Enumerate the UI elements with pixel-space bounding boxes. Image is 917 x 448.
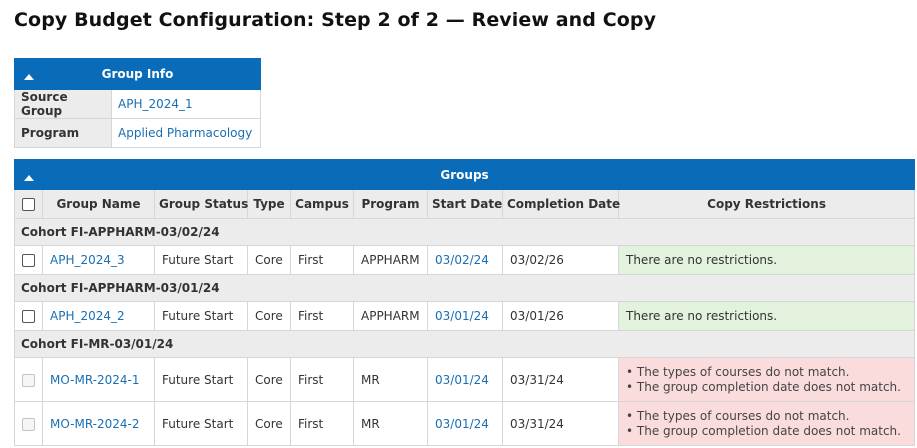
group-program: APPHARM — [353, 245, 428, 275]
chevron-up-icon[interactable] — [24, 171, 34, 185]
info-row-program: Program Applied Pharmacology — [14, 118, 261, 148]
row-checkbox[interactable] — [14, 245, 43, 275]
table-row: APH_2024_3 Future Start Core First APPHA… — [14, 245, 916, 275]
group-type: Core — [247, 357, 291, 402]
copy-restrictions: • The types of courses do not match. • T… — [617, 401, 916, 446]
group-status: Future Start — [154, 401, 248, 446]
cohort-label: Cohort FI-MR-03/01/24 — [13, 330, 916, 358]
source-group-link[interactable]: APH_2024_1 — [111, 89, 261, 119]
group-campus: First — [290, 401, 354, 446]
completion-date: 03/02/26 — [502, 245, 619, 275]
col-copy-restrictions: Copy Restrictions — [617, 189, 916, 219]
column-header-row: Group Name Group Status Type Campus Prog… — [14, 189, 916, 219]
page-title: Copy Budget Configuration: Step 2 of 2 —… — [14, 9, 657, 31]
start-date-link[interactable]: 03/01/24 — [427, 401, 503, 446]
completion-date: 03/31/24 — [502, 357, 619, 402]
group-status: Future Start — [154, 301, 248, 331]
groups-header[interactable]: Groups — [13, 159, 916, 190]
copy-restrictions: There are no restrictions. — [617, 245, 916, 275]
col-campus: Campus — [290, 189, 354, 219]
cohort-label: Cohort FI-APPHARM-03/01/24 — [13, 274, 916, 302]
table-row: MO-MR-2024-2 Future Start Core First MR … — [14, 401, 916, 446]
group-name-link[interactable]: MO-MR-2024-2 — [42, 401, 155, 446]
info-label: Program — [14, 118, 112, 148]
group-name-link[interactable]: APH_2024_3 — [42, 245, 155, 275]
checkbox-icon — [22, 373, 35, 387]
restriction-item: • The types of courses do not match. — [626, 408, 850, 423]
chevron-up-icon[interactable] — [24, 70, 34, 84]
table-row: APH_2024_2 Future Start Core First APPHA… — [14, 301, 916, 331]
group-type: Core — [247, 245, 291, 275]
groups-table: Groups Group Name Group Status Type Camp… — [13, 159, 916, 446]
group-campus: First — [290, 357, 354, 402]
table-row: MO-MR-2024-1 Future Start Core First MR … — [14, 357, 916, 402]
col-completion-date: Completion Date — [502, 189, 620, 219]
col-group-status: Group Status — [154, 189, 248, 219]
checkbox-icon[interactable] — [22, 310, 35, 323]
row-checkbox-disabled — [14, 357, 43, 402]
cohort-label: Cohort FI-APPHARM-03/02/24 — [13, 218, 916, 246]
group-program: MR — [353, 357, 428, 402]
select-all-checkbox[interactable] — [14, 189, 43, 219]
col-program: Program — [353, 189, 428, 219]
group-status: Future Start — [154, 245, 248, 275]
checkbox-icon — [22, 417, 35, 431]
group-program: MR — [353, 401, 428, 446]
program-link[interactable]: Applied Pharmacology — [111, 118, 261, 148]
group-campus: First — [290, 301, 354, 331]
group-info-title: Group Info — [101, 67, 174, 81]
completion-date: 03/01/26 — [502, 301, 619, 331]
group-campus: First — [290, 245, 354, 275]
group-info-panel: Group Info Source Group APH_2024_1 Progr… — [14, 58, 261, 148]
copy-restrictions: • The types of courses do not match. • T… — [617, 357, 916, 402]
checkbox-icon[interactable] — [22, 198, 35, 211]
cohort-row: Cohort FI-APPHARM-03/01/24 — [13, 274, 916, 302]
start-date-link[interactable]: 03/02/24 — [427, 245, 503, 275]
cohort-row: Cohort FI-APPHARM-03/02/24 — [13, 218, 916, 246]
row-checkbox-disabled — [14, 401, 43, 446]
restriction-item: • The group completion date does not mat… — [626, 423, 901, 438]
group-name-link[interactable]: APH_2024_2 — [42, 301, 155, 331]
cohort-row: Cohort FI-MR-03/01/24 — [13, 330, 916, 358]
checkbox-icon[interactable] — [22, 254, 35, 267]
group-program: APPHARM — [353, 301, 428, 331]
col-start-date: Start Date — [427, 189, 503, 219]
info-row-source-group: Source Group APH_2024_1 — [14, 89, 261, 119]
col-type: Type — [247, 189, 291, 219]
group-status: Future Start — [154, 357, 248, 402]
col-group-name: Group Name — [42, 189, 155, 219]
copy-restrictions: There are no restrictions. — [617, 301, 916, 331]
restriction-item: • The group completion date does not mat… — [626, 379, 901, 394]
group-type: Core — [247, 301, 291, 331]
completion-date: 03/31/24 — [502, 401, 619, 446]
group-type: Core — [247, 401, 291, 446]
info-label: Source Group — [14, 89, 112, 119]
groups-title: Groups — [440, 167, 489, 182]
start-date-link[interactable]: 03/01/24 — [427, 301, 503, 331]
restriction-item: • The types of courses do not match. — [626, 364, 850, 379]
group-info-header[interactable]: Group Info — [14, 58, 261, 90]
group-name-link[interactable]: MO-MR-2024-1 — [42, 357, 155, 402]
row-checkbox[interactable] — [14, 301, 43, 331]
start-date-link[interactable]: 03/01/24 — [427, 357, 503, 402]
